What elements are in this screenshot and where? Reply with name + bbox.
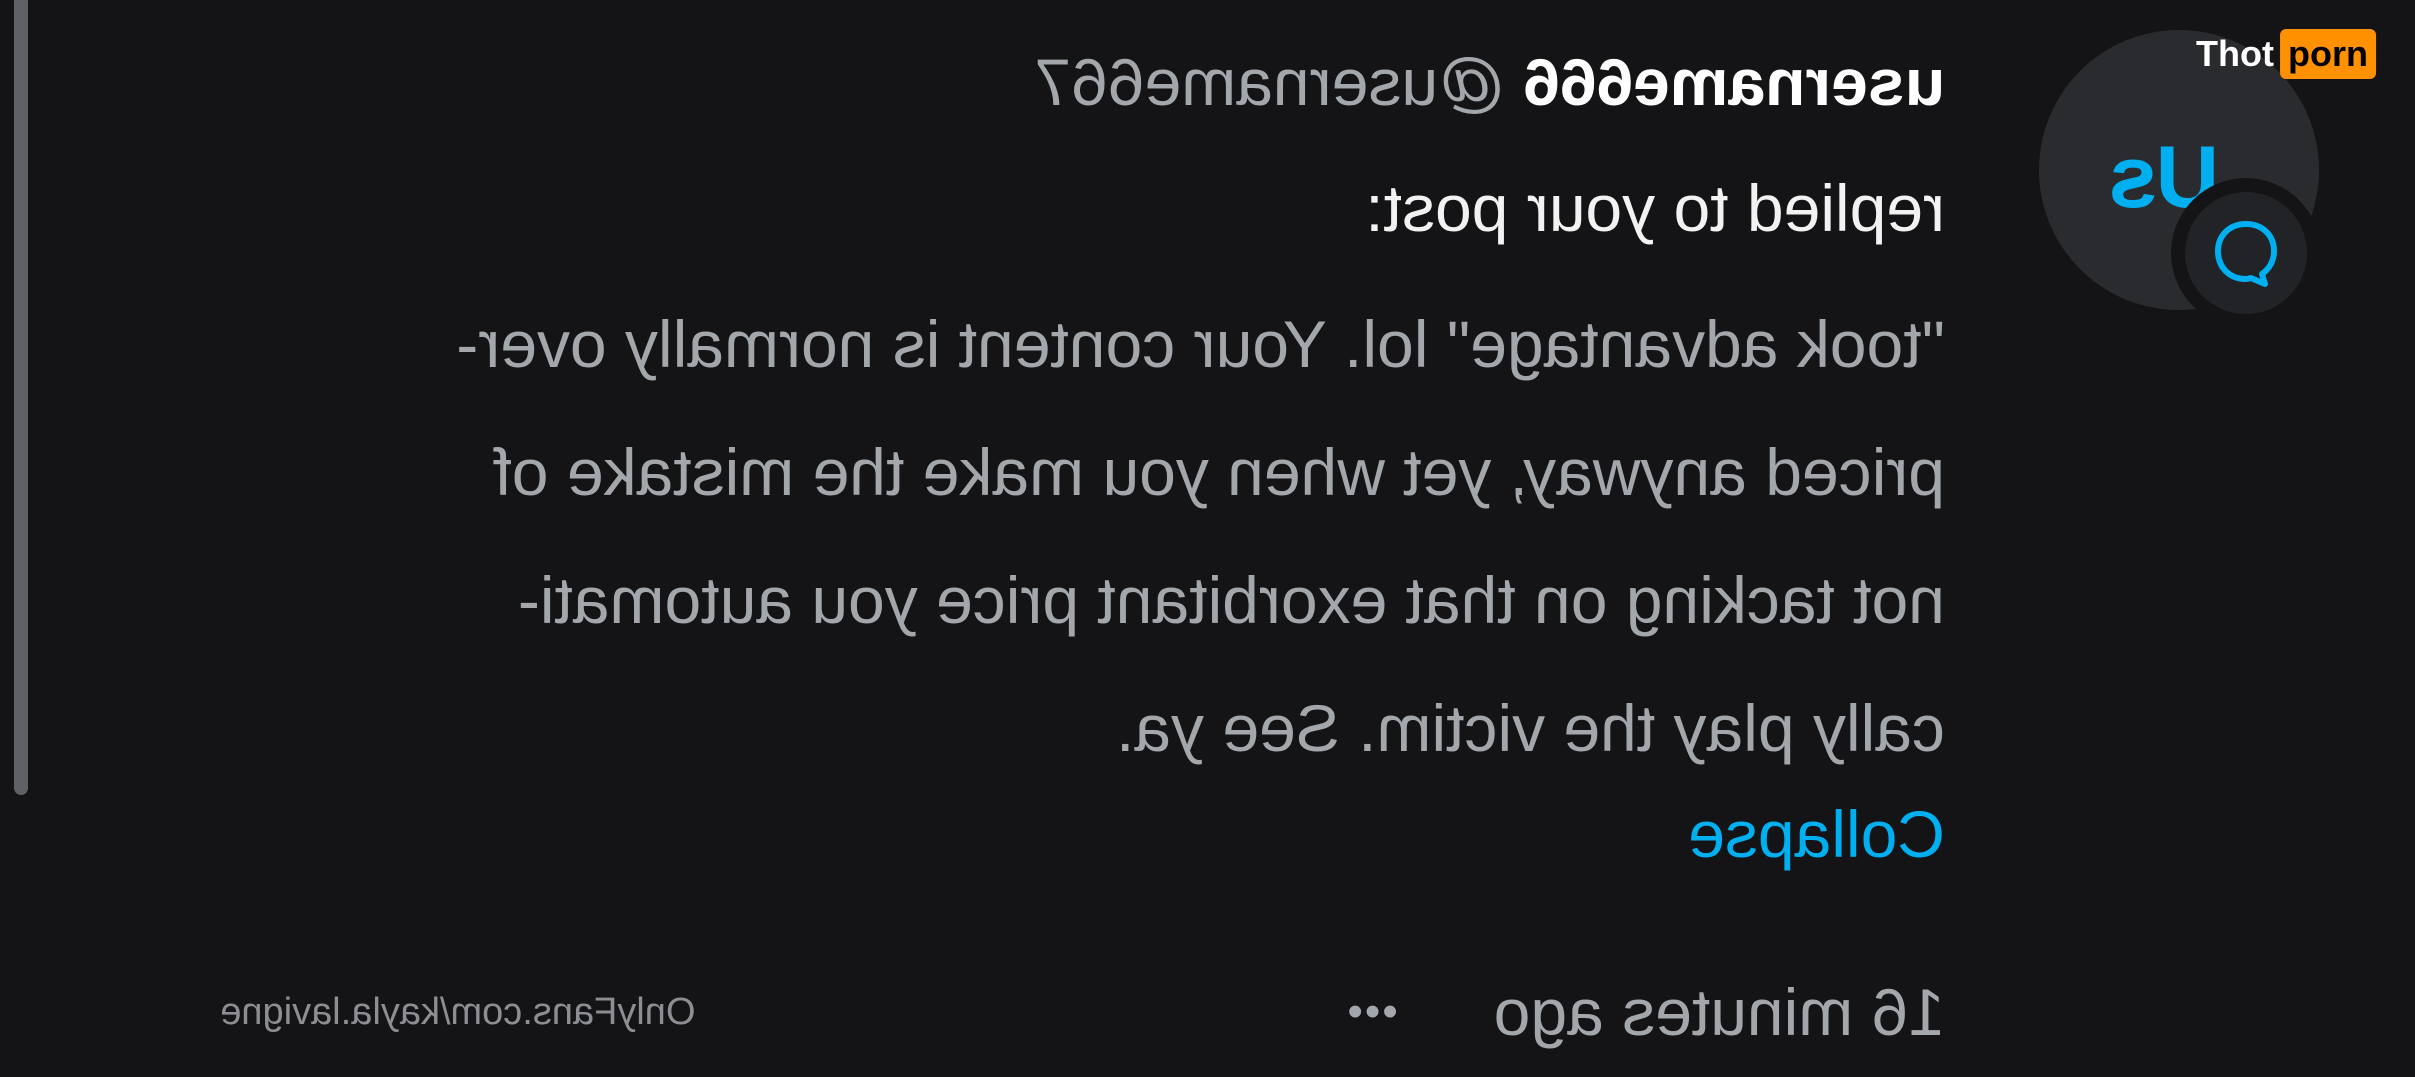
- reply-text-line: "took advantage" lol. Your content is no…: [456, 307, 1945, 381]
- scrollbar[interactable]: [14, 0, 28, 795]
- reply-text-line: not tacking on that exorbitant price you…: [517, 563, 1945, 637]
- watermark-logo: Thot porn: [2196, 28, 2376, 80]
- action-text: replied to your post:: [1365, 171, 1945, 245]
- notification-content: username666@username667 replied to your …: [125, 40, 1945, 876]
- user-handle[interactable]: @username667: [1034, 45, 1505, 119]
- notification-panel: Us username666@username667 replied to yo…: [0, 0, 2415, 1077]
- more-options-icon[interactable]: •••: [1345, 987, 1397, 1037]
- collapse-link[interactable]: Collapse: [125, 792, 1945, 876]
- notification-footer: 16 minutes ago ••• OnlyFans.com/kayla.la…: [220, 970, 1945, 1054]
- username-link[interactable]: username666: [1523, 45, 1945, 119]
- reply-text: "took advantage" lol. Your content is no…: [125, 280, 1945, 792]
- watermark-url: OnlyFans.com/kayla.lavigne: [220, 990, 696, 1033]
- notification-header: username666@username667: [125, 40, 1945, 124]
- logo-badge: porn: [2279, 29, 2376, 79]
- reply-text-line: priced anyway, yet when you make the mis…: [493, 435, 1945, 509]
- timestamp: 16 minutes ago: [1493, 975, 1945, 1049]
- reply-text-line: cally play the victim. See ya.: [1116, 691, 1945, 765]
- reply-badge: [2171, 178, 2321, 328]
- logo-text: Thot: [2196, 33, 2274, 74]
- chat-bubble-icon: [2215, 221, 2277, 287]
